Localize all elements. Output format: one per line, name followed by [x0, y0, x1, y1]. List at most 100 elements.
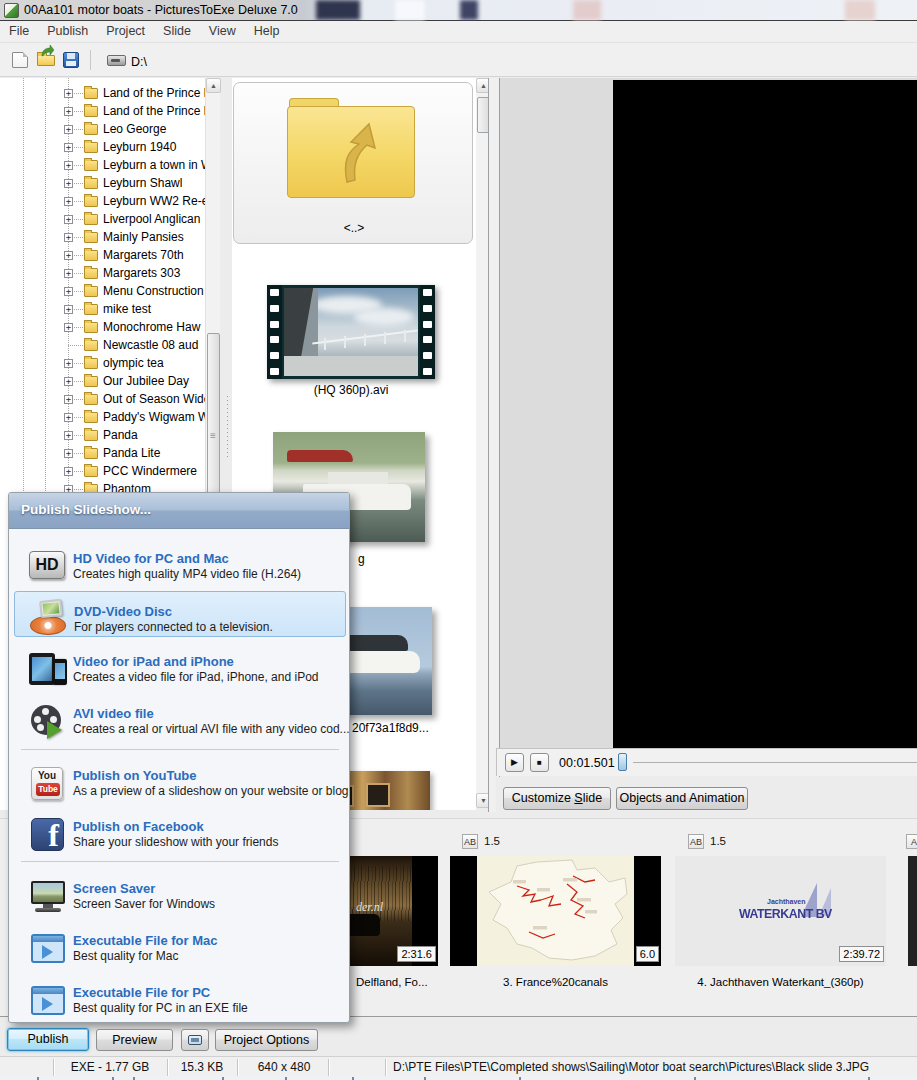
- tree-item[interactable]: +Mainly Pansies: [0, 228, 205, 246]
- transition-duration: 1.5: [484, 835, 500, 847]
- expand-icon[interactable]: +: [64, 179, 73, 188]
- menu-project[interactable]: Project: [97, 21, 154, 42]
- publish-menu-item[interactable]: YouTubePublish on YouTubeAs a preview of…: [14, 763, 346, 803]
- transition-ab-box[interactable]: A: [906, 834, 917, 849]
- publish-item-desc: Creates high quality MP4 video file (H.2…: [73, 567, 301, 581]
- tree-item[interactable]: +Panda Lite: [0, 444, 205, 462]
- save-project-icon[interactable]: [63, 52, 79, 68]
- new-project-icon[interactable]: [12, 52, 28, 68]
- tree-item[interactable]: + PCC Windermere: [0, 462, 205, 480]
- timeline-slide[interactable]: [908, 856, 917, 966]
- menu-slide[interactable]: Slide: [154, 21, 200, 42]
- tree-item[interactable]: +Margarets 70th: [0, 246, 205, 264]
- expand-icon[interactable]: +: [64, 107, 73, 116]
- tree-item[interactable]: +Monochrome Haw: [0, 318, 205, 336]
- timeline-slide[interactable]: 6.0: [450, 856, 661, 966]
- tree-item[interactable]: +Leyburn Shawl: [0, 174, 205, 192]
- menu-file[interactable]: File: [0, 21, 38, 42]
- preview-button[interactable]: Preview: [96, 1029, 173, 1051]
- publish-menu-item[interactable]: Executable File for PCBest quality for P…: [14, 980, 346, 1020]
- expand-icon[interactable]: +: [64, 215, 73, 224]
- publish-menu-item[interactable]: AVI video fileCreates a real or virtual …: [14, 701, 346, 741]
- tree-item-label: PCC Windermere: [103, 464, 197, 478]
- folder-icon: [84, 106, 98, 117]
- publish-button[interactable]: Publish: [7, 1028, 89, 1051]
- expand-icon[interactable]: +: [64, 197, 73, 206]
- tree-item[interactable]: +Margarets 303: [0, 264, 205, 282]
- publish-item-desc: Share your slideshow with your friends: [73, 835, 278, 849]
- tree-item[interactable]: +Panda: [0, 426, 205, 444]
- tree-item[interactable]: +Leyburn a town in W: [0, 156, 205, 174]
- expand-icon[interactable]: +: [64, 323, 73, 332]
- menu-help[interactable]: Help: [245, 21, 289, 42]
- tree-item[interactable]: +olympic tea: [0, 354, 205, 372]
- expand-icon[interactable]: +: [64, 251, 73, 260]
- tree-item[interactable]: +Leo George: [0, 120, 205, 138]
- expand-icon[interactable]: +: [64, 305, 73, 314]
- menu-view[interactable]: View: [200, 21, 245, 42]
- mini-preview-button[interactable]: [181, 1029, 209, 1051]
- folder-icon: [84, 340, 98, 351]
- seek-slider-thumb[interactable]: [618, 753, 627, 771]
- titlebar-streak: [573, 0, 601, 20]
- timeline-slide[interactable]: Jachthaven WATERKANT BV 2:39.72: [675, 856, 886, 966]
- publish-item-desc: Screen Saver for Windows: [73, 897, 215, 911]
- drive-selector[interactable]: D:\: [131, 55, 147, 69]
- tree-item[interactable]: +mike test: [0, 300, 205, 318]
- expand-icon[interactable]: +: [64, 143, 73, 152]
- expand-icon[interactable]: +: [64, 431, 73, 440]
- transition-ab-box[interactable]: AB: [462, 834, 478, 849]
- publish-menu-item[interactable]: DVD-Video DiscFor players connected to a…: [14, 591, 346, 637]
- expand-icon[interactable]: +: [64, 269, 73, 278]
- tree-splitter-grip[interactable]: [225, 396, 229, 458]
- expand-icon[interactable]: +: [64, 413, 73, 422]
- panel-splitter[interactable]: [488, 78, 500, 812]
- project-options-button[interactable]: Project Options: [215, 1029, 318, 1051]
- expand-icon[interactable]: +: [64, 449, 73, 458]
- expand-icon[interactable]: +: [64, 359, 73, 368]
- publish-menu-item[interactable]: fPublish on FacebookShare your slideshow…: [14, 814, 346, 854]
- scroll-up-icon[interactable]: ▲: [206, 78, 221, 93]
- publish-menu-item[interactable]: Video for iPad and iPhoneCreates a video…: [14, 649, 346, 689]
- transition-ab-box[interactable]: AB: [688, 834, 704, 849]
- tree-item[interactable]: +Leyburn WW2 Re-e: [0, 192, 205, 210]
- status-exe-size: EXE - 1.77 GB: [60, 1060, 160, 1074]
- expand-icon[interactable]: +: [64, 377, 73, 386]
- video-file-thumbnail[interactable]: [267, 285, 435, 379]
- expand-icon[interactable]: +: [64, 161, 73, 170]
- expand-icon[interactable]: +: [64, 233, 73, 242]
- folder-icon: [84, 430, 98, 441]
- expand-icon[interactable]: +: [64, 467, 73, 476]
- publish-menu-item[interactable]: Executable File for MacBest quality for …: [14, 928, 346, 968]
- tree-item[interactable]: Newcastle 08 aud: [0, 336, 205, 354]
- expand-icon[interactable]: +: [64, 125, 73, 134]
- parent-folder-item[interactable]: <..>: [233, 82, 473, 244]
- objects-animation-button[interactable]: Objects and Animation: [616, 787, 748, 810]
- tree-item[interactable]: +Paddy's Wigwam W: [0, 408, 205, 426]
- timeline-slide[interactable]: der.nl 2:31.6: [340, 856, 438, 966]
- tree-item[interactable]: +Liverpool Anglican: [0, 210, 205, 228]
- stop-button[interactable]: ■: [530, 753, 549, 772]
- tree-item[interactable]: +Land of the Prince l: [0, 84, 205, 102]
- publish-menu-item[interactable]: Screen SaverScreen Saver for Windows: [14, 876, 346, 916]
- open-project-icon[interactable]: [37, 55, 55, 66]
- expand-icon[interactable]: +: [64, 395, 73, 404]
- tree-item[interactable]: +Out of Season Wide: [0, 390, 205, 408]
- publish-item-title: DVD-Video Disc: [74, 604, 172, 619]
- expand-icon[interactable]: +: [64, 89, 73, 98]
- tree-item[interactable]: +Land of the Prince l: [0, 102, 205, 120]
- publish-item-title: Screen Saver: [73, 881, 155, 896]
- drive-icon[interactable]: [107, 55, 126, 66]
- tree-item[interactable]: +Menu Construction: [0, 282, 205, 300]
- customize-slide-button[interactable]: Customize Slide: [503, 787, 611, 810]
- tree-item[interactable]: +Leyburn 1940: [0, 138, 205, 156]
- folder-icon: [84, 250, 98, 261]
- slide-caption: 3. France%20canals: [450, 976, 661, 988]
- publish-menu-item[interactable]: HDHD Video for PC and MacCreates high qu…: [14, 546, 346, 586]
- expand-icon[interactable]: +: [64, 287, 73, 296]
- tree-item[interactable]: +Our Jubilee Day: [0, 372, 205, 390]
- folder-icon: [84, 232, 98, 243]
- seek-slider-track[interactable]: [633, 762, 917, 763]
- menu-publish[interactable]: Publish: [38, 21, 97, 42]
- play-button[interactable]: ▶: [505, 753, 524, 772]
